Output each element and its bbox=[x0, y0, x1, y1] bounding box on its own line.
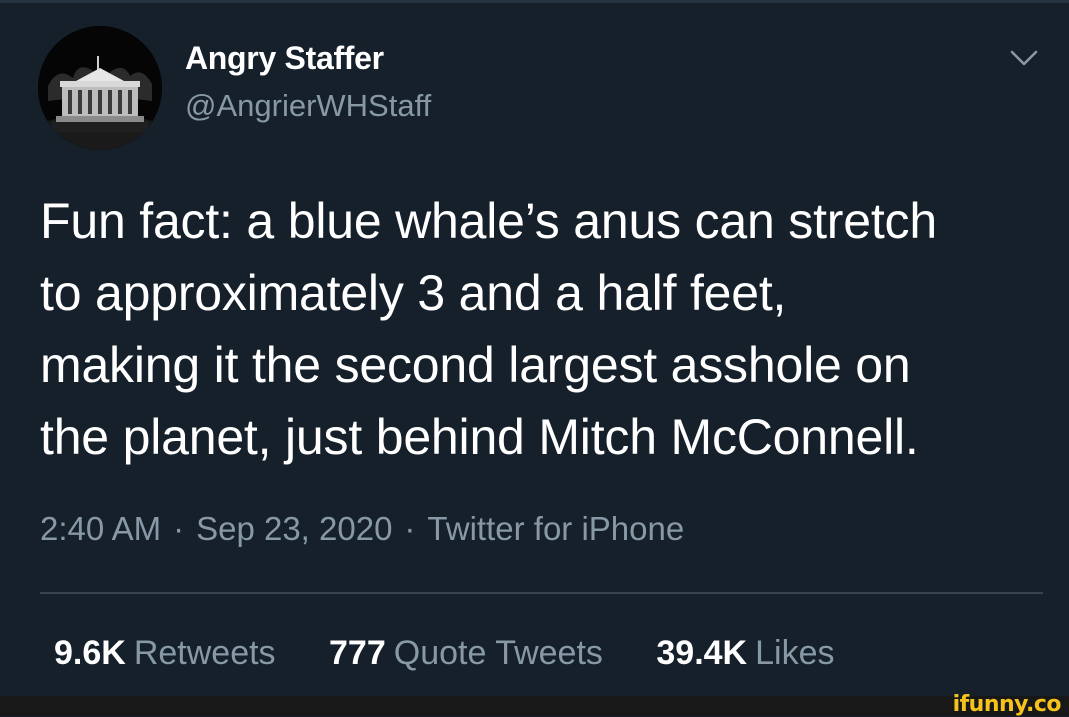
likes-label: Likes bbox=[755, 634, 835, 672]
watermark-logo: ifunny.co bbox=[952, 692, 1062, 717]
separator-dot: · bbox=[173, 510, 185, 547]
avatar[interactable] bbox=[38, 26, 162, 150]
quote-tweets-stat[interactable]: 777 Quote Tweets bbox=[329, 634, 603, 673]
tweet-time[interactable]: 2:40 AM bbox=[40, 510, 161, 547]
tweet-text: Fun fact: a blue whale’s anus can stretc… bbox=[40, 193, 937, 465]
tweet-date[interactable]: Sep 23, 2020 bbox=[196, 510, 392, 547]
white-house-icon bbox=[38, 26, 162, 150]
tweet-stats: 9.6K Retweets 777 Quote Tweets 39.4K Likes bbox=[54, 634, 878, 673]
chevron-down-icon[interactable] bbox=[1004, 44, 1044, 72]
tweet-source[interactable]: Twitter for iPhone bbox=[427, 510, 684, 547]
divider bbox=[40, 592, 1043, 594]
retweets-count: 9.6K bbox=[54, 634, 126, 672]
watermark-bar: ifunny.co bbox=[0, 692, 1069, 717]
quote-tweets-label: Quote Tweets bbox=[393, 634, 603, 672]
retweets-label: Retweets bbox=[133, 634, 276, 672]
author-handle[interactable]: @AngrierWHStaff bbox=[185, 88, 431, 124]
retweets-stat[interactable]: 9.6K Retweets bbox=[54, 634, 276, 673]
author-name[interactable]: Angry Staffer bbox=[185, 40, 384, 77]
separator-dot: · bbox=[404, 510, 416, 547]
quote-tweets-count: 777 bbox=[329, 634, 386, 672]
top-border bbox=[0, 0, 1069, 3]
likes-count: 39.4K bbox=[656, 634, 748, 672]
tweet-metadata: 2:40 AM · Sep 23, 2020 · Twitter for iPhone bbox=[40, 510, 684, 548]
likes-stat[interactable]: 39.4K Likes bbox=[656, 634, 834, 673]
